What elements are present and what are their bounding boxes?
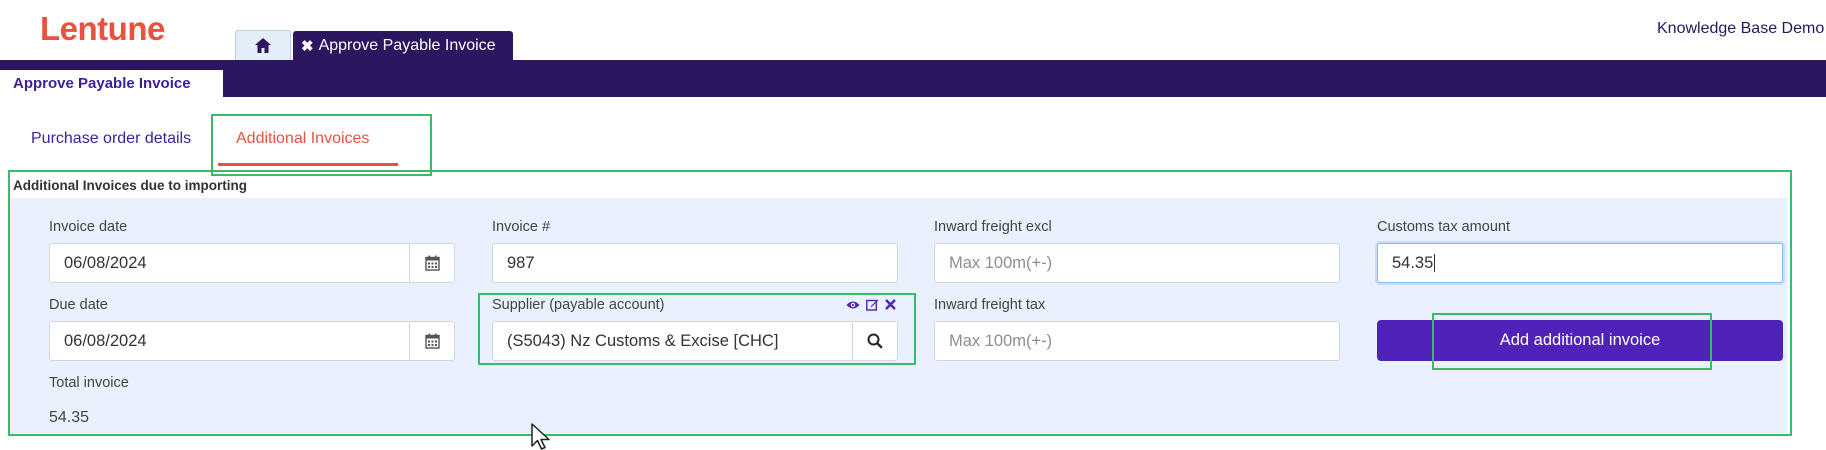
active-tab-underline bbox=[218, 163, 398, 166]
customs-tax-amount-input[interactable]: 54.35 bbox=[1377, 243, 1783, 283]
due-date-picker-button[interactable] bbox=[409, 321, 455, 361]
additional-invoices-panel bbox=[10, 198, 1788, 433]
invoice-date-input[interactable]: 06/08/2024 bbox=[49, 243, 411, 283]
inward-freight-tax-input[interactable]: Max 100m(+-) bbox=[934, 321, 1340, 361]
invoice-number-input[interactable]: 987 bbox=[492, 243, 898, 283]
due-date-input[interactable]: 06/08/2024 bbox=[49, 321, 411, 361]
add-additional-invoice-button[interactable]: Add additional invoice bbox=[1377, 320, 1783, 361]
customs-tax-amount-label: Customs tax amount bbox=[1377, 219, 1510, 235]
approve-payable-invoice-tab[interactable]: ✖ Approve Payable Invoice bbox=[293, 31, 513, 60]
tab-additional-invoices[interactable]: Additional Invoices bbox=[236, 130, 369, 148]
eye-icon[interactable] bbox=[846, 300, 860, 310]
inward-freight-tax-label: Inward freight tax bbox=[934, 297, 1046, 313]
tab-label: Approve Payable Invoice bbox=[318, 36, 496, 54]
user-label[interactable]: Knowledge Base Demo bbox=[1657, 20, 1824, 38]
lentune-logo[interactable]: Lentune bbox=[40, 10, 165, 48]
mouse-cursor-icon bbox=[531, 423, 550, 450]
tab-purchase-order-details[interactable]: Purchase order details bbox=[31, 130, 191, 148]
supplier-actions bbox=[846, 298, 896, 311]
page-tab-approve-payable-invoice[interactable]: Approve Payable Invoice bbox=[0, 70, 223, 97]
customs-tax-amount-value: 54.35 bbox=[1392, 253, 1434, 272]
supplier-input[interactable]: (S5043) Nz Customs & Excise [CHC] bbox=[492, 321, 854, 361]
calendar-icon bbox=[424, 255, 440, 271]
invoice-date-picker-button[interactable] bbox=[409, 243, 455, 283]
section-title: Additional Invoices due to importing bbox=[13, 178, 248, 193]
due-date-label: Due date bbox=[49, 297, 108, 313]
home-tab[interactable] bbox=[235, 30, 291, 60]
inward-freight-excl-label: Inward freight excl bbox=[934, 219, 1052, 235]
search-icon bbox=[867, 333, 883, 349]
home-icon bbox=[255, 38, 271, 53]
total-invoice-label: Total invoice bbox=[49, 375, 129, 391]
invoice-number-label: Invoice # bbox=[492, 219, 551, 235]
calendar-icon bbox=[424, 333, 440, 349]
total-invoice-value: 54.35 bbox=[49, 409, 90, 426]
close-icon[interactable]: ✖ bbox=[301, 37, 314, 55]
supplier-label: Supplier (payable account) bbox=[492, 297, 665, 313]
page-tab-bar bbox=[0, 60, 1826, 97]
inward-freight-excl-input[interactable]: Max 100m(+-) bbox=[934, 243, 1340, 283]
edit-icon[interactable] bbox=[866, 298, 879, 311]
close-icon[interactable] bbox=[885, 299, 896, 310]
supplier-search-button[interactable] bbox=[852, 321, 898, 361]
invoice-date-label: Invoice date bbox=[49, 219, 128, 235]
text-caret bbox=[1434, 254, 1436, 272]
